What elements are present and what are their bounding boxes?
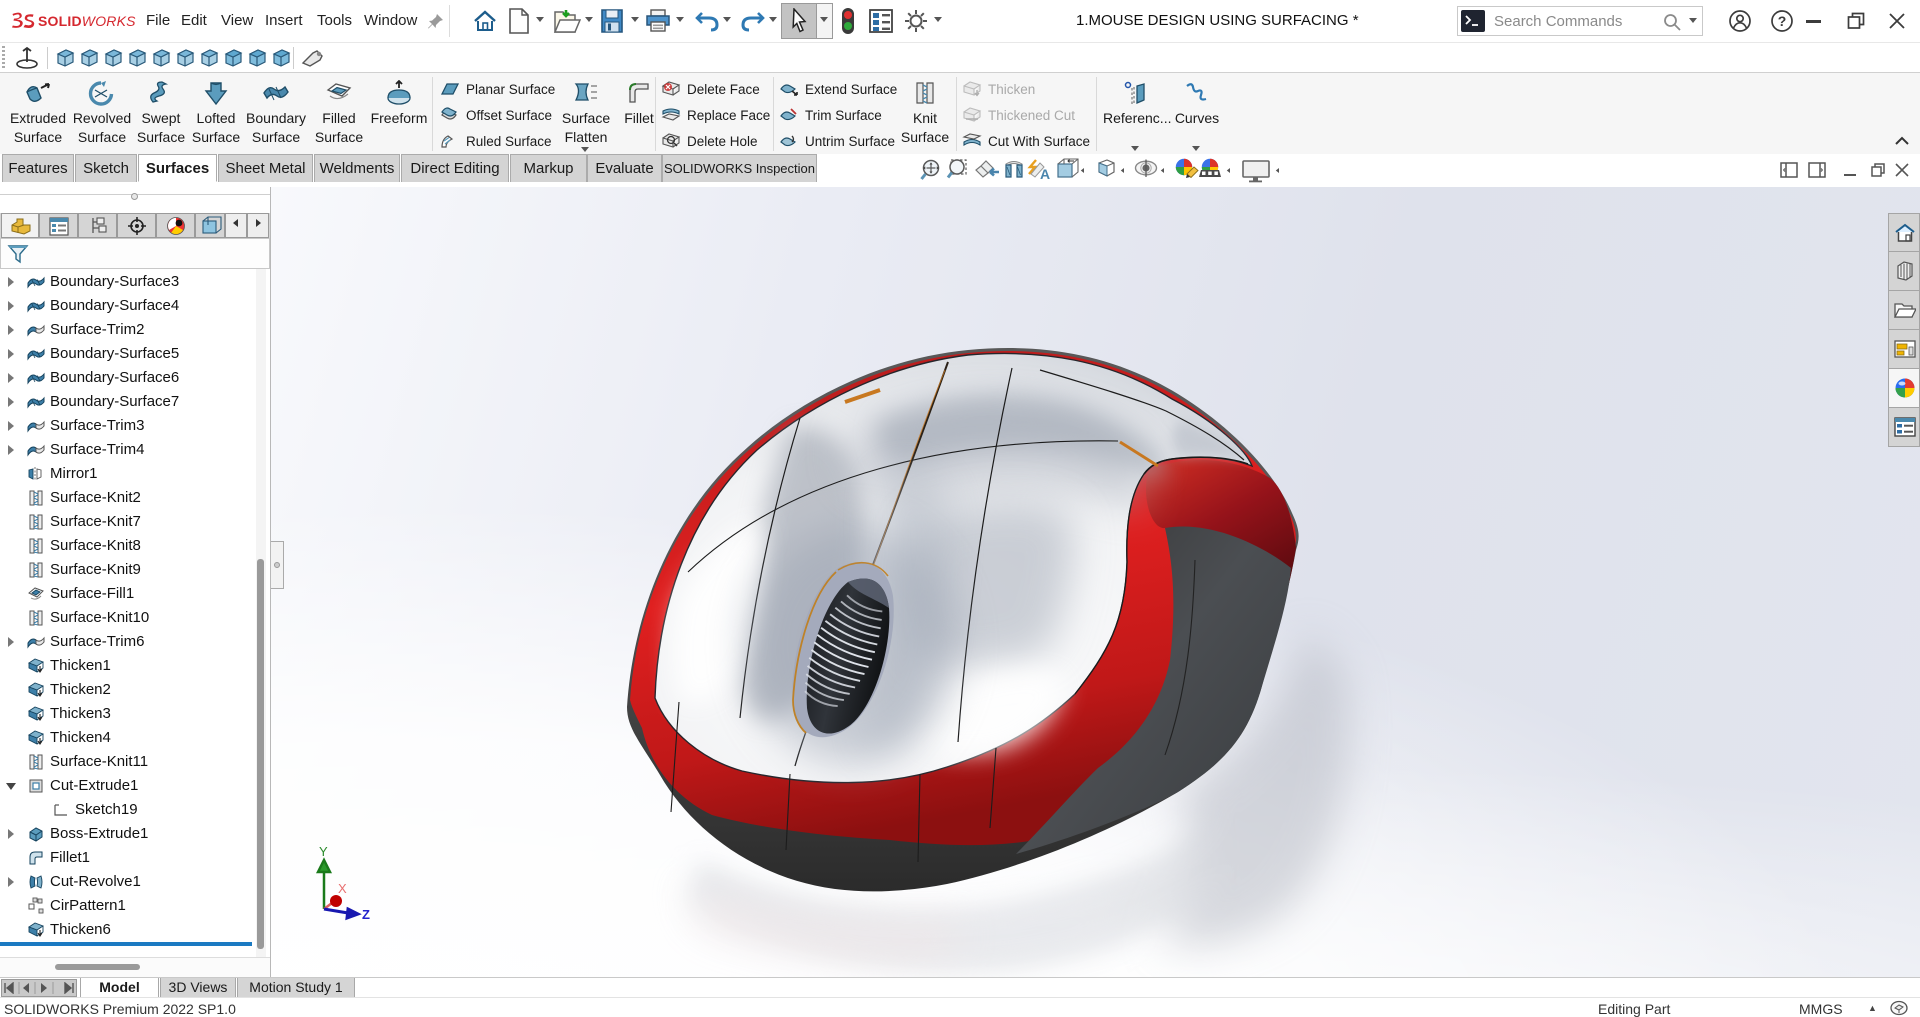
svg-text:Y: Y [319, 844, 328, 859]
svg-text:SOLIDWORKS: SOLIDWORKS [38, 13, 136, 29]
svg-text:A: A [1040, 166, 1050, 182]
svg-text:X: X [338, 881, 347, 896]
svg-text:Z: Z [362, 907, 370, 922]
svg-text:?: ? [1778, 13, 1787, 29]
